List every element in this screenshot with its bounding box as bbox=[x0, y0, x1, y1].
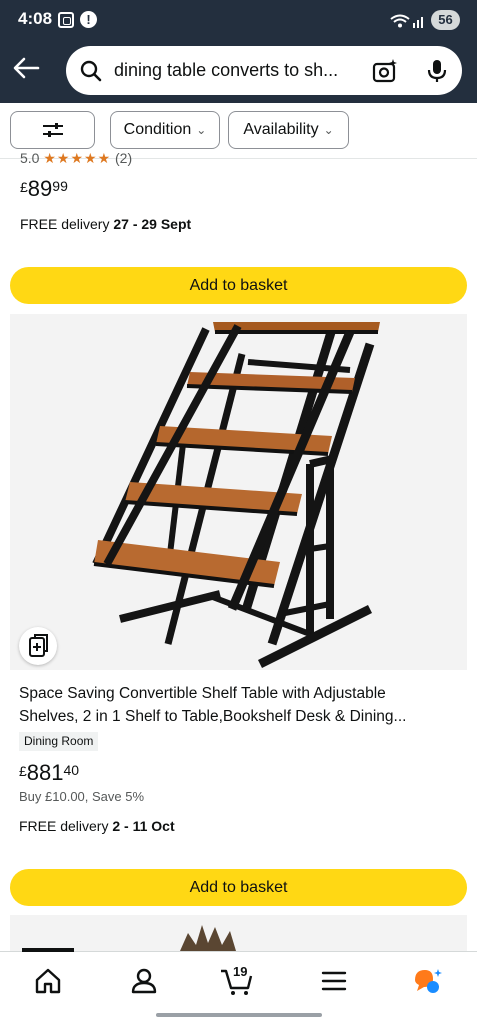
microphone-icon[interactable] bbox=[426, 58, 448, 84]
sliders-icon bbox=[42, 123, 63, 137]
app-header: 4:08 ! 56 dining table converts to sh... bbox=[0, 0, 477, 103]
screenshot-notification-icon bbox=[58, 12, 74, 28]
gesture-bar bbox=[156, 1013, 322, 1017]
compare-button[interactable] bbox=[19, 627, 57, 665]
delivery-dates: 2 - 11 Oct bbox=[112, 818, 175, 834]
alert-notification-icon: ! bbox=[80, 11, 97, 28]
price-fraction: 99 bbox=[52, 178, 68, 194]
review-count[interactable]: (2) bbox=[115, 150, 132, 166]
chevron-down-icon: ⌄ bbox=[323, 123, 334, 137]
home-icon[interactable] bbox=[33, 966, 63, 996]
rating-summary: 5.0 ★★★★★ (2) bbox=[20, 150, 132, 167]
search-result-card[interactable] bbox=[10, 915, 467, 951]
price-currency: £ bbox=[19, 763, 27, 779]
product-image-partial bbox=[180, 925, 236, 951]
menu-icon[interactable] bbox=[319, 966, 349, 996]
cart-count: 19 bbox=[233, 964, 248, 979]
battery-indicator: 56 bbox=[431, 10, 460, 30]
filter-settings-button[interactable] bbox=[10, 111, 95, 149]
search-icon bbox=[80, 60, 102, 82]
availability-filter-button[interactable]: Availability ⌄ bbox=[228, 111, 349, 149]
search-result-card[interactable]: 5.0 ★★★★★ (2) £ 89 99 FREE delivery 27 -… bbox=[10, 150, 467, 257]
add-to-basket-button[interactable]: Add to basket bbox=[10, 869, 467, 906]
active-tab-indicator bbox=[22, 948, 74, 952]
search-bar[interactable]: dining table converts to sh... bbox=[66, 46, 462, 95]
camera-search-icon[interactable] bbox=[372, 58, 398, 84]
add-to-basket-button[interactable]: Add to basket bbox=[10, 267, 467, 304]
availability-filter-label: Availability bbox=[243, 121, 319, 138]
search-result-card[interactable]: Space Saving Convertible Shelf Table wit… bbox=[10, 314, 467, 859]
price-currency: £ bbox=[20, 179, 28, 195]
price-whole: 881 bbox=[26, 760, 64, 785]
rating-stars: ★★★★★ bbox=[43, 150, 112, 166]
shelf-table-image bbox=[92, 322, 380, 669]
delivery-info: FREE delivery 27 - 29 Sept bbox=[20, 216, 191, 232]
price: £ 89 99 bbox=[20, 176, 68, 202]
wifi-signal-icon bbox=[390, 14, 423, 28]
product-image[interactable] bbox=[10, 314, 467, 670]
delivery-prefix: FREE delivery bbox=[20, 216, 114, 232]
chevron-down-icon: ⌄ bbox=[196, 123, 207, 137]
category-badge: Dining Room bbox=[19, 732, 99, 751]
rufus-icon[interactable] bbox=[413, 966, 443, 996]
condition-filter-button[interactable]: Condition ⌄ bbox=[110, 111, 220, 149]
delivery-prefix: FREE delivery bbox=[19, 818, 113, 834]
search-input[interactable]: dining table converts to sh... bbox=[114, 60, 362, 81]
status-bar: 4:08 ! 56 bbox=[0, 0, 477, 40]
rating-value: 5.0 bbox=[20, 150, 40, 166]
bottom-navigation: 19 bbox=[0, 948, 477, 1024]
price: £ 881 40 bbox=[19, 760, 79, 786]
back-arrow-icon[interactable] bbox=[12, 56, 40, 80]
delivery-dates: 27 - 29 Sept bbox=[113, 216, 192, 232]
delivery-info: FREE delivery 2 - 11 Oct bbox=[19, 818, 175, 834]
price-fraction: 40 bbox=[63, 762, 80, 778]
price-whole: 89 bbox=[27, 176, 53, 201]
status-time: 4:08 bbox=[18, 9, 53, 28]
condition-filter-label: Condition bbox=[123, 121, 192, 138]
subscribe-save-info: Buy £10.00, Save 5% bbox=[19, 789, 145, 804]
account-icon[interactable] bbox=[129, 966, 159, 996]
product-title[interactable]: Space Saving Convertible Shelf Table wit… bbox=[19, 682, 449, 728]
compare-icon bbox=[29, 634, 48, 657]
